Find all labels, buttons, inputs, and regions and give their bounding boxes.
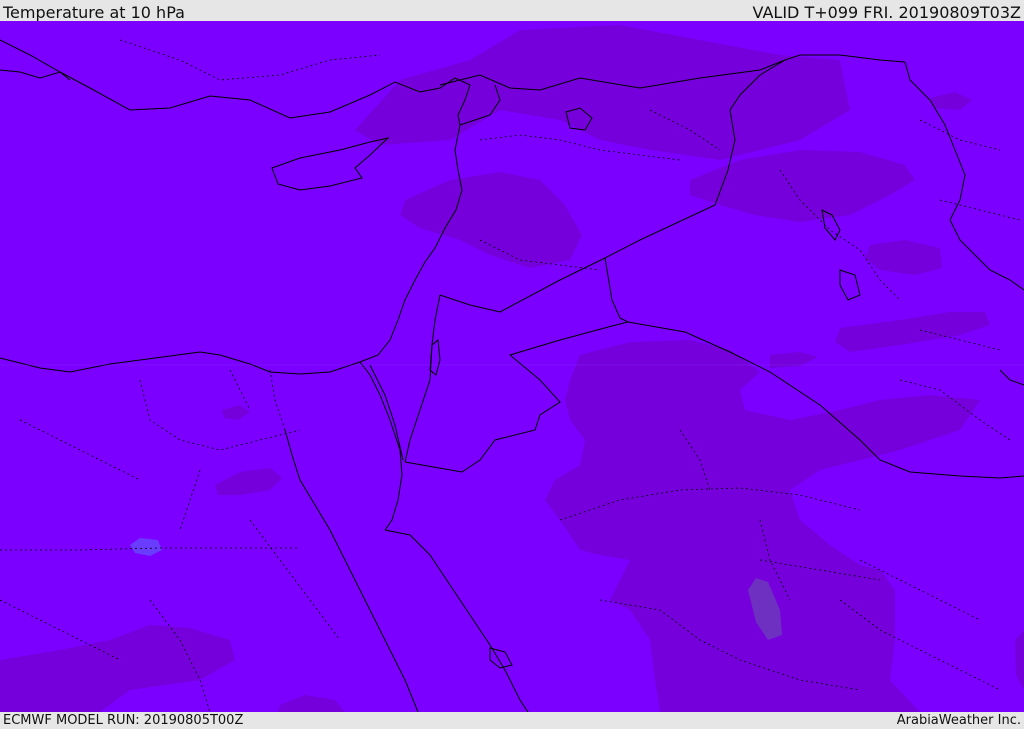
credit: ArabiaWeather Inc.	[896, 713, 1021, 728]
footer-bar: ECMWF MODEL RUN: 20190805T00Z ArabiaWeat…	[0, 712, 1024, 729]
valid-time: VALID T+099 FRI. 20190809T03Z	[752, 3, 1021, 22]
header-bar: Temperature at 10 hPa VALID T+099 FRI. 2…	[0, 0, 1024, 22]
model-run: ECMWF MODEL RUN: 20190805T00Z	[3, 713, 244, 728]
map-title: Temperature at 10 hPa	[3, 3, 185, 22]
temperature-map[interactable]	[0, 21, 1024, 712]
map-frame: Temperature at 10 hPa VALID T+099 FRI. 2…	[0, 0, 1024, 729]
map-canvas	[0, 21, 1024, 712]
